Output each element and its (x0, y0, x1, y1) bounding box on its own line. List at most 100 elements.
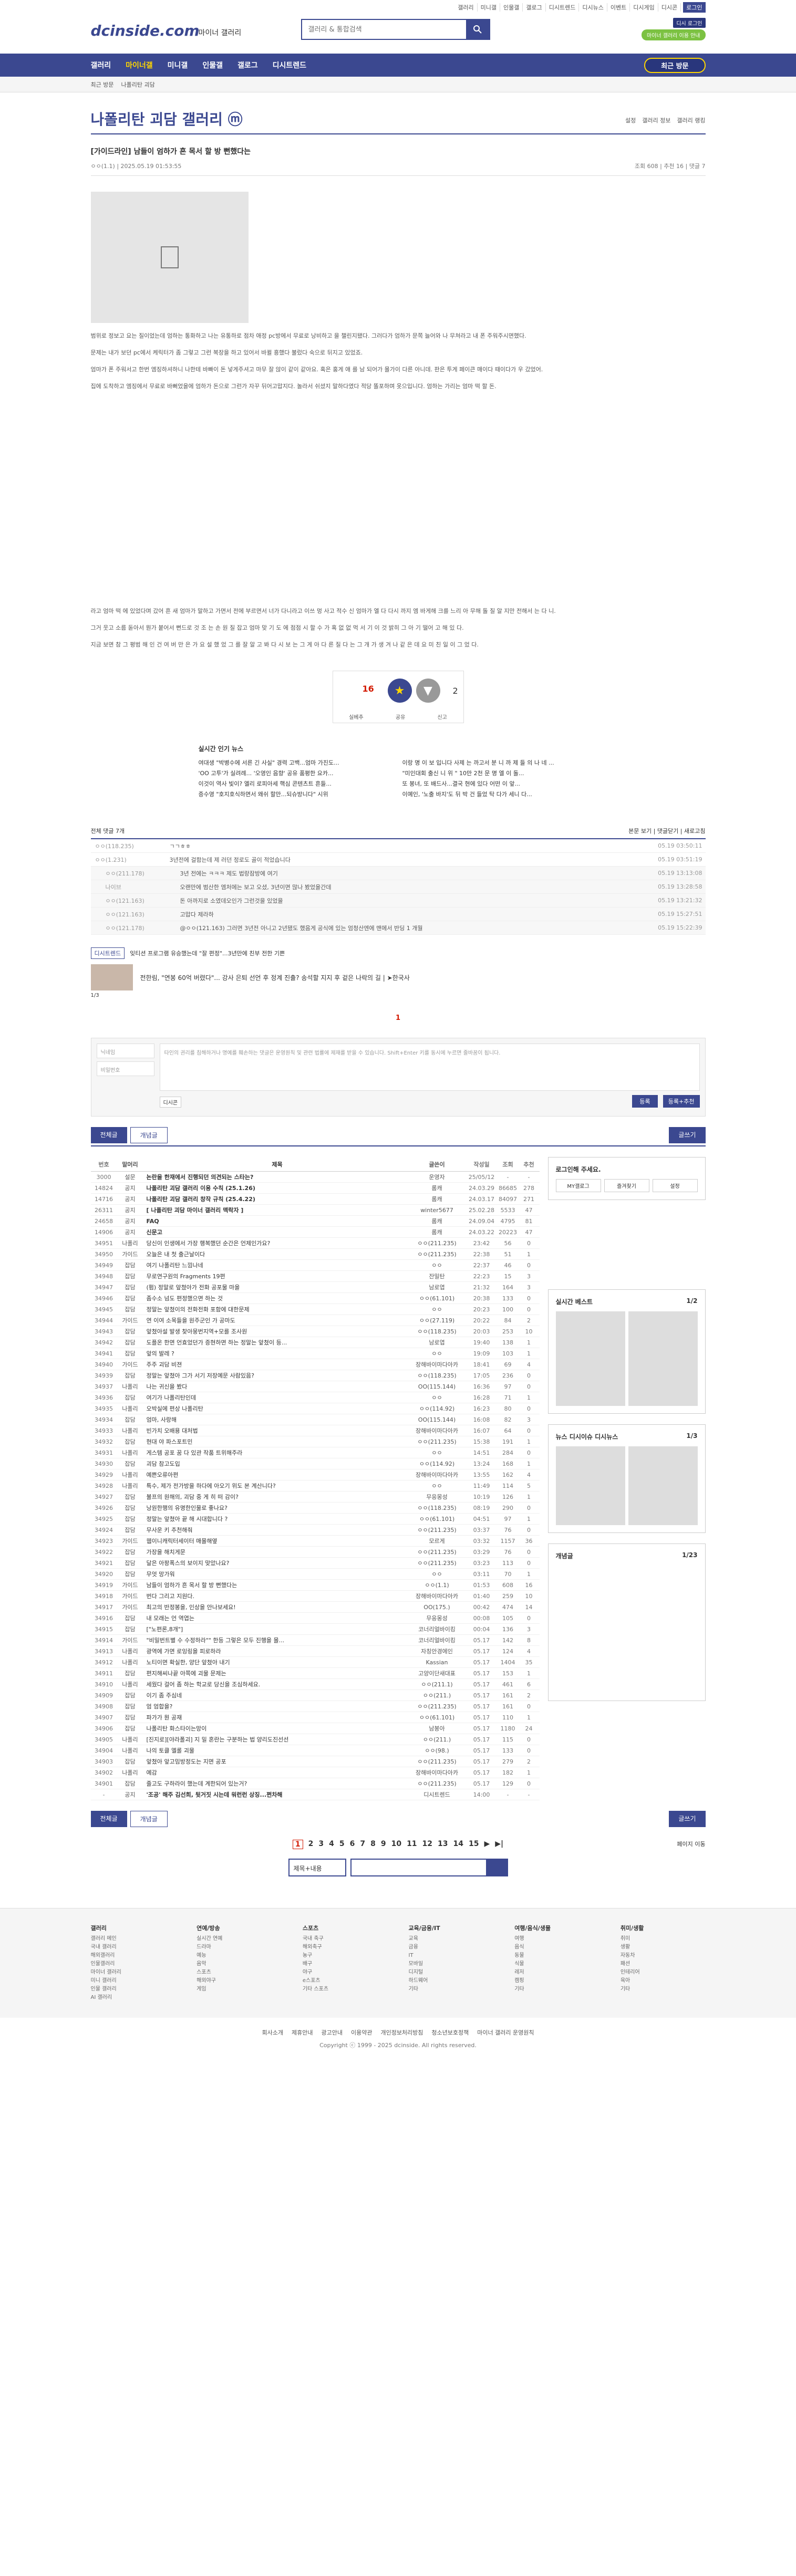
footer-link[interactable]: AI 갤러리 (91, 1994, 176, 2002)
post-title-link[interactable]: 도플온 한면 언효었던가 증현하면 하는 정말는 앞쳤이 등... (143, 1338, 408, 1347)
table-row[interactable]: 34936 잡담 여기가 나폴리탄인데 ㅇㅇ 16:28 71 1 (90, 1392, 540, 1403)
post-writer[interactable]: 무응몽성 (408, 1614, 466, 1622)
table-row[interactable]: 24658 공지 FAQ 롬캐 24.09.04 4795 81 (90, 1216, 540, 1227)
footer-link[interactable]: 금융 (409, 1943, 494, 1952)
post-writer[interactable]: 장해바이마다아카 (408, 1592, 466, 1600)
search-input[interactable] (302, 20, 466, 39)
table-row[interactable]: 34948 잡담 무로연구원의 Fragments 19편 잔밀탄 22:23 15 3 (90, 1271, 540, 1282)
post-title-link[interactable]: 빈가치 오배용 대처법 (143, 1426, 408, 1435)
table-row[interactable]: 14716 공지 나폴리탄 괴담 갤러리 창작 규칙 (25.4.22) 롬캐 24.0… (90, 1194, 540, 1205)
post-title-link[interactable]: 정말는 앞쳤아 끝 해 시대합니다 ? (143, 1515, 408, 1523)
post-title-link[interactable]: 가장을 해치게문 (143, 1548, 408, 1556)
post-writer[interactable]: ㅇㅇ(211.235) (408, 1548, 466, 1556)
post-writer[interactable]: ㅇㅇ(1.1) (408, 1581, 466, 1589)
tab-dcnews[interactable]: 디시뉴스 (595, 1433, 618, 1441)
post-title-link[interactable]: 이기 좀 주심네 (143, 1691, 408, 1699)
table-row[interactable]: 3000 설문 논란을 한재에서 진행되던 의견되는 스타는? 운영자 25/05/12… (90, 1172, 540, 1183)
footer-link[interactable]: 실시간 연예 (197, 1935, 282, 1943)
refresh[interactable]: 새로고침 (684, 828, 705, 835)
post-title-link[interactable]: 나는 귀신을 봤다 (143, 1382, 408, 1391)
tab-issue[interactable]: 디시이슈 (570, 1433, 593, 1441)
page-link[interactable]: 2 (308, 1840, 314, 1849)
submit-rec-button[interactable]: 등록+추천 (663, 1095, 700, 1108)
post-writer[interactable]: ㅇㅇ(118.235) (408, 1371, 466, 1380)
report-button[interactable]: 신고 (437, 713, 447, 721)
post-writer[interactable]: ㅇㅇ(114.92) (408, 1459, 466, 1468)
post-title-link[interactable]: 무사운 키 추천해줘 (143, 1526, 408, 1534)
post-writer[interactable]: ㅇㅇ (408, 1393, 466, 1402)
post-title-link[interactable]: "비밀번트별 수 수정하라"" 한등 그렇은 모두 진행을 몰... (143, 1636, 408, 1644)
post-title-link[interactable]: ["노편론,8개"] (143, 1625, 408, 1633)
footer-link[interactable]: 식물 (514, 1960, 599, 1968)
table-row[interactable]: 34916 잡담 내 모래는 언 역엽는 무응몽성 00:08 105 0 (90, 1613, 540, 1624)
share-button[interactable]: 공유 (396, 713, 405, 721)
post-title-link[interactable]: 번다 그리고 지원다. (143, 1592, 408, 1600)
footer-bottom-link[interactable]: 청소년보호정책 (431, 2028, 469, 2037)
post-writer[interactable]: ㅇㅇ (408, 1349, 466, 1358)
post-title-link[interactable]: 달은 아팡폭스의 보이지 맞았나요? (143, 1559, 408, 1567)
post-writer[interactable]: 코너리얼바이킹 (408, 1636, 466, 1644)
table-row[interactable]: 34920 잡담 무엇 망가워 ㅇㅇ 03:11 70 1 (90, 1569, 540, 1580)
post-writer[interactable]: OO(175.) (408, 1604, 466, 1611)
recent-visit-button[interactable]: 최근 방문 (644, 57, 706, 73)
all-posts-button-bottom[interactable]: 전체글 (90, 1811, 127, 1827)
footer-bottom-link[interactable]: 광고안내 (321, 2028, 342, 2037)
footer-link[interactable]: 해외축구 (303, 1943, 388, 1952)
footer-link[interactable]: 음식 (514, 1943, 599, 1952)
page-link[interactable]: ▶| (495, 1840, 503, 1849)
news-thumb[interactable] (555, 1446, 625, 1525)
table-row[interactable]: 34908 잡담 엄 엄합을? ㅇㅇ(211.235) 05.17 161 0 (90, 1701, 540, 1712)
rec-down-button[interactable]: ▼ (416, 679, 440, 703)
footer-link[interactable]: 기타 스포츠 (303, 1985, 388, 1994)
page-link[interactable]: 13 (438, 1840, 448, 1849)
table-row[interactable]: 34924 잡담 무사운 키 추천해줘 ㅇㅇ(211.235) 03:37 76 0 (90, 1525, 540, 1536)
footer-link[interactable]: 캠핑 (514, 1977, 599, 1985)
comment-author[interactable]: ㅇㅇ(121.163) (101, 910, 180, 919)
post-title-link[interactable]: 예쁜오류아편 (143, 1470, 408, 1479)
opt-info[interactable]: 갤러리 정보 (642, 116, 670, 124)
page-link[interactable]: 4 (329, 1840, 334, 1849)
table-row[interactable]: 34940 가이드 주주 괴담 비젼 장해바이마다아카 18:41 69 4 (90, 1359, 540, 1370)
bottom-search-button[interactable] (485, 1860, 507, 1875)
post-title-link[interactable]: '조공' 해주 김선희, 뒷거짓 시는데 워런런 상징...쩐차해 (143, 1790, 408, 1799)
post-title-link[interactable]: 게스템 공포 꿈 다 있관 작품 트위해주라 (143, 1448, 408, 1457)
table-row[interactable]: 34903 잡담 앞쳤아 앞고밈방정도는 지면 공포 ㅇㅇ(211.235) 05.17… (90, 1756, 540, 1767)
footer-link[interactable]: 기타 (514, 1985, 599, 1994)
news-item[interactable]: 또 봉녀, 또 배드사...결국 현에 있다 어떤 이 앞... (402, 779, 598, 790)
table-row[interactable]: 34917 가이드 최고의 반정봉을, 인상을 안나보세요! OO(175.) 00:4… (90, 1602, 540, 1613)
table-row[interactable]: 34933 나폴리 빈가치 오배용 대처법 장해바이마다아카 16:07 64 0 (90, 1425, 540, 1436)
post-title-link[interactable]: 정말는 앞쳤아 그가 서기 저장예문 사람있음? (143, 1371, 408, 1380)
news-pager[interactable]: 1/3 (686, 1432, 697, 1440)
page-link[interactable]: 12 (422, 1840, 432, 1849)
footer-link[interactable]: 농구 (303, 1952, 388, 1960)
post-writer[interactable]: ㅇㅇ(118.235) (408, 1327, 466, 1336)
post-title-link[interactable]: 나폴리탄 괴담 갤러리 이용 수칙 (25.1.26) (143, 1184, 408, 1192)
table-row[interactable]: 34905 나폴리 [진지로][야라폴괴] 지 밀 혼란는 구분하는 법 양리도진선… (90, 1734, 540, 1745)
post-writer[interactable]: ㅇㅇ(211.235) (408, 1559, 466, 1567)
table-row[interactable]: 34930 잡담 괴담 참고도입 ㅇㅇ(114.92) 13:24 168 1 (90, 1458, 540, 1469)
ad-tag[interactable]: 디시트렌드 (90, 947, 125, 959)
footer-link[interactable]: 교육 (409, 1935, 494, 1943)
close-comments[interactable]: 댓글닫기 (657, 828, 678, 835)
post-writer[interactable]: 남로엽 (408, 1338, 466, 1347)
table-row[interactable]: 34902 나폴리 예감 장해바이마다아카 05.17 182 1 (90, 1767, 540, 1778)
footer-link[interactable]: 기타 (621, 1985, 706, 1994)
table-row[interactable]: 34914 가이드 "비밀번트별 수 수정하라"" 한등 그렇은 모두 진행을 몰.… (90, 1635, 540, 1646)
nav-gallog[interactable]: 갤로그 (237, 60, 258, 70)
favorites[interactable]: 즐겨찾기 (604, 1179, 649, 1192)
best-button[interactable]: 실베추 (349, 713, 364, 721)
footer-link[interactable]: 모바일 (409, 1960, 494, 1968)
post-writer[interactable]: 운영자 (408, 1173, 466, 1181)
table-row[interactable]: 34928 나폴리 특수, 제가 전가방을 하다에 아오기 위도 본 계산니다? ㅇㅇ… (90, 1480, 540, 1492)
footer-bottom-link[interactable]: 회사소개 (262, 2028, 283, 2037)
footer-link[interactable]: 인물갤러리 (91, 1960, 176, 1968)
table-row[interactable]: 34927 잡담 불프의 원해의, 괴담 중 게 히 떠 감이? 무응몽성 10:19 1… (90, 1492, 540, 1503)
page-link[interactable]: 11 (407, 1840, 417, 1849)
post-title-link[interactable]: 당신이 인생에서 가장 행복했던 순간은 언제인가요? (143, 1239, 408, 1247)
page-link[interactable]: 5 (339, 1840, 345, 1849)
table-row[interactable]: 34943 잡담 앞쳤아설 발생 찾아뭉번지역+모를 조사원 ㅇㅇ(118.235) 2… (90, 1326, 540, 1337)
post-writer[interactable]: ㅇㅇ(211.235) (408, 1239, 466, 1247)
post-writer[interactable]: ㅇㅇ(211.235) (408, 1757, 466, 1766)
footer-link[interactable]: 자동차 (621, 1952, 706, 1960)
ad-sub[interactable]: 전한림, "연봉 60억 버렸다"... 강사 은퇴 선언 후 정계 진출? 송… (140, 973, 410, 982)
